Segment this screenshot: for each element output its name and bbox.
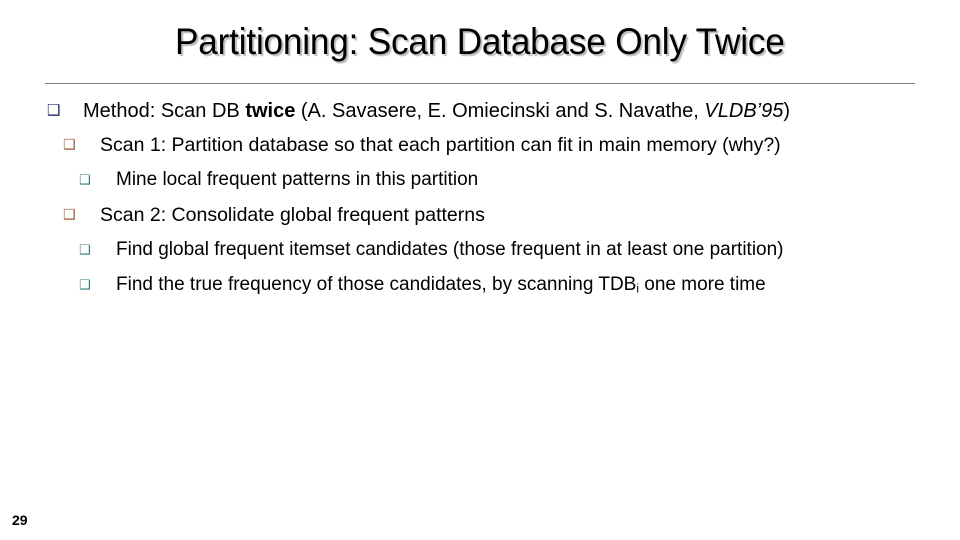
bullet-list: ❑ Method: Scan DB twice (A. Savasere, E.… [0,96,960,305]
title-area: Partitioning: Scan Database Only Twice [0,20,960,64]
square-bullet-icon: ❑ [79,173,91,188]
list-item-label: Scan 2: Consolidate global frequent patt… [100,204,485,226]
bullet-text-segment: one more time [638,274,766,295]
list-item-label: Method: Scan DB twice (A. Savasere, E. O… [83,96,790,126]
bullet-text-citation: VLDB’95 [704,100,784,122]
list-item: ❑ Scan 2: Consolidate global frequent pa… [63,200,960,235]
list-item: ❑ Find the true frequency of those candi… [79,270,960,305]
title-divider [45,83,915,84]
bullet-text-segment: (A. Savasere, E. Omiecinski and S. Navat… [295,100,705,122]
list-item: ❑ Mine local frequent patterns in this p… [79,165,960,200]
page-title: Partitioning: Scan Database Only Twice [175,21,785,62]
page-number: 29 [12,512,28,528]
list-item: ❑ Method: Scan DB twice (A. Savasere, E.… [47,96,960,130]
list-item: ❑ Find global frequent itemset candidate… [79,235,960,270]
square-bullet-icon: ❑ [47,101,61,119]
list-item-label: Find global frequent itemset candidates … [116,239,784,260]
bullet-text-segment: ) [783,100,791,122]
square-bullet-icon: ❑ [79,243,91,258]
list-item: ❑ Scan 1: Partition database so that eac… [63,130,960,165]
slide-canvas: Partitioning: Scan Database Only Twice ❑… [0,0,960,540]
bullet-text-segment: Find the true frequency of those candida… [116,274,637,295]
bullet-text-segment: Method: Scan DB [83,100,246,122]
list-item-label: Mine local frequent patterns in this par… [116,169,479,190]
list-item-label: Scan 1: Partition database so that each … [100,134,781,156]
square-bullet-icon: ❑ [79,278,91,293]
square-bullet-icon: ❑ [63,207,76,223]
bullet-text-emphasis: twice [245,100,296,122]
square-bullet-icon: ❑ [63,137,76,153]
list-item-label: Find the true frequency of those candida… [116,270,766,305]
